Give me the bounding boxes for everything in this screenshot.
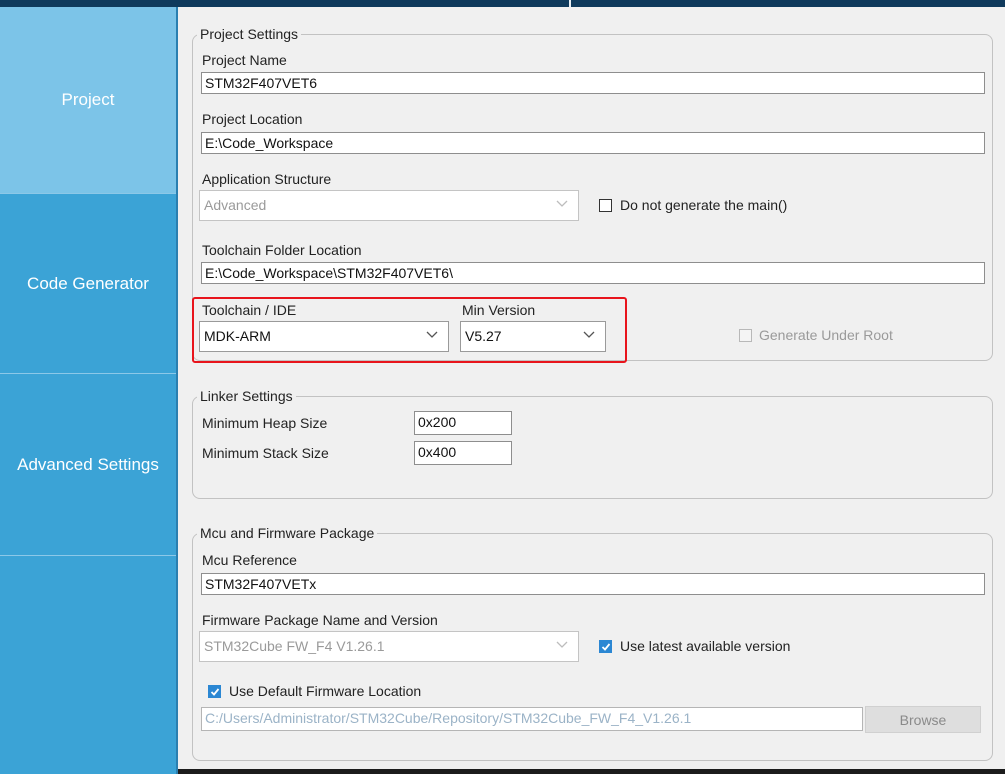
toolchain-folder-label: Toolchain Folder Location (202, 242, 362, 258)
chevron-down-icon (556, 641, 568, 648)
generate-under-root-checkbox[interactable] (739, 329, 752, 342)
firmware-package-label: Firmware Package Name and Version (202, 612, 438, 628)
use-latest-label: Use latest available version (620, 638, 791, 654)
sidebar-item-label: Advanced Settings (17, 454, 159, 474)
sidebar-item-label: Project (61, 90, 115, 109)
project-name-input[interactable]: STM32F407VET6 (201, 72, 985, 94)
checkmark-icon (210, 688, 220, 696)
checkmark-icon (601, 643, 611, 651)
application-structure-value: Advanced (204, 197, 267, 213)
heap-size-label: Minimum Heap Size (202, 415, 328, 431)
linker-settings-legend: Linker Settings (200, 388, 293, 404)
project-location-input[interactable]: E:\Code_Workspace (201, 132, 985, 154)
project-settings-legend: Project Settings (200, 26, 299, 42)
stack-size-label: Minimum Stack Size (202, 445, 329, 461)
no-main-label: Do not generate the main() (620, 197, 788, 213)
title-bar-divider (569, 0, 571, 7)
application-structure-label: Application Structure (202, 171, 332, 187)
chevron-down-icon (556, 200, 568, 207)
browse-button[interactable]: Browse (865, 706, 981, 733)
sidebar: Project Code Generator Advanced Settings (0, 7, 178, 774)
use-default-location-label: Use Default Firmware Location (229, 683, 422, 699)
sidebar-item-project[interactable]: Project (0, 7, 176, 194)
mcu-firmware-legend: Mcu and Firmware Package (200, 525, 375, 541)
use-default-location-checkbox[interactable] (208, 685, 221, 698)
highlight-box (192, 297, 627, 363)
mcu-reference-label: Mcu Reference (202, 552, 297, 568)
linker-settings-group: Linker Settings (192, 388, 993, 499)
toolchain-folder-input[interactable]: E:\Code_Workspace\STM32F407VET6\ (201, 262, 985, 284)
application-structure-select[interactable]: Advanced (199, 190, 579, 221)
bottom-border (178, 769, 1005, 774)
firmware-package-value: STM32Cube FW_F4 V1.26.1 (204, 638, 385, 654)
sidebar-item-label: Code Generator (27, 273, 149, 293)
firmware-package-select[interactable]: STM32Cube FW_F4 V1.26.1 (199, 631, 579, 662)
sidebar-item-advanced-settings[interactable]: Advanced Settings (0, 374, 176, 556)
heap-size-input[interactable]: 0x200 (414, 411, 512, 435)
sidebar-item-code-generator[interactable]: Code Generator (0, 194, 176, 374)
use-latest-checkbox[interactable] (599, 640, 612, 653)
stack-size-input[interactable]: 0x400 (414, 441, 512, 465)
generate-under-root-label: Generate Under Root (759, 327, 893, 343)
title-bar-strip (0, 0, 1005, 7)
mcu-reference-input[interactable]: STM32F407VETx (201, 573, 985, 595)
project-location-label: Project Location (202, 111, 303, 127)
no-main-checkbox[interactable] (599, 199, 612, 212)
project-name-label: Project Name (202, 52, 287, 68)
firmware-location-input[interactable]: C:/Users/Administrator/STM32Cube/Reposit… (201, 707, 863, 731)
